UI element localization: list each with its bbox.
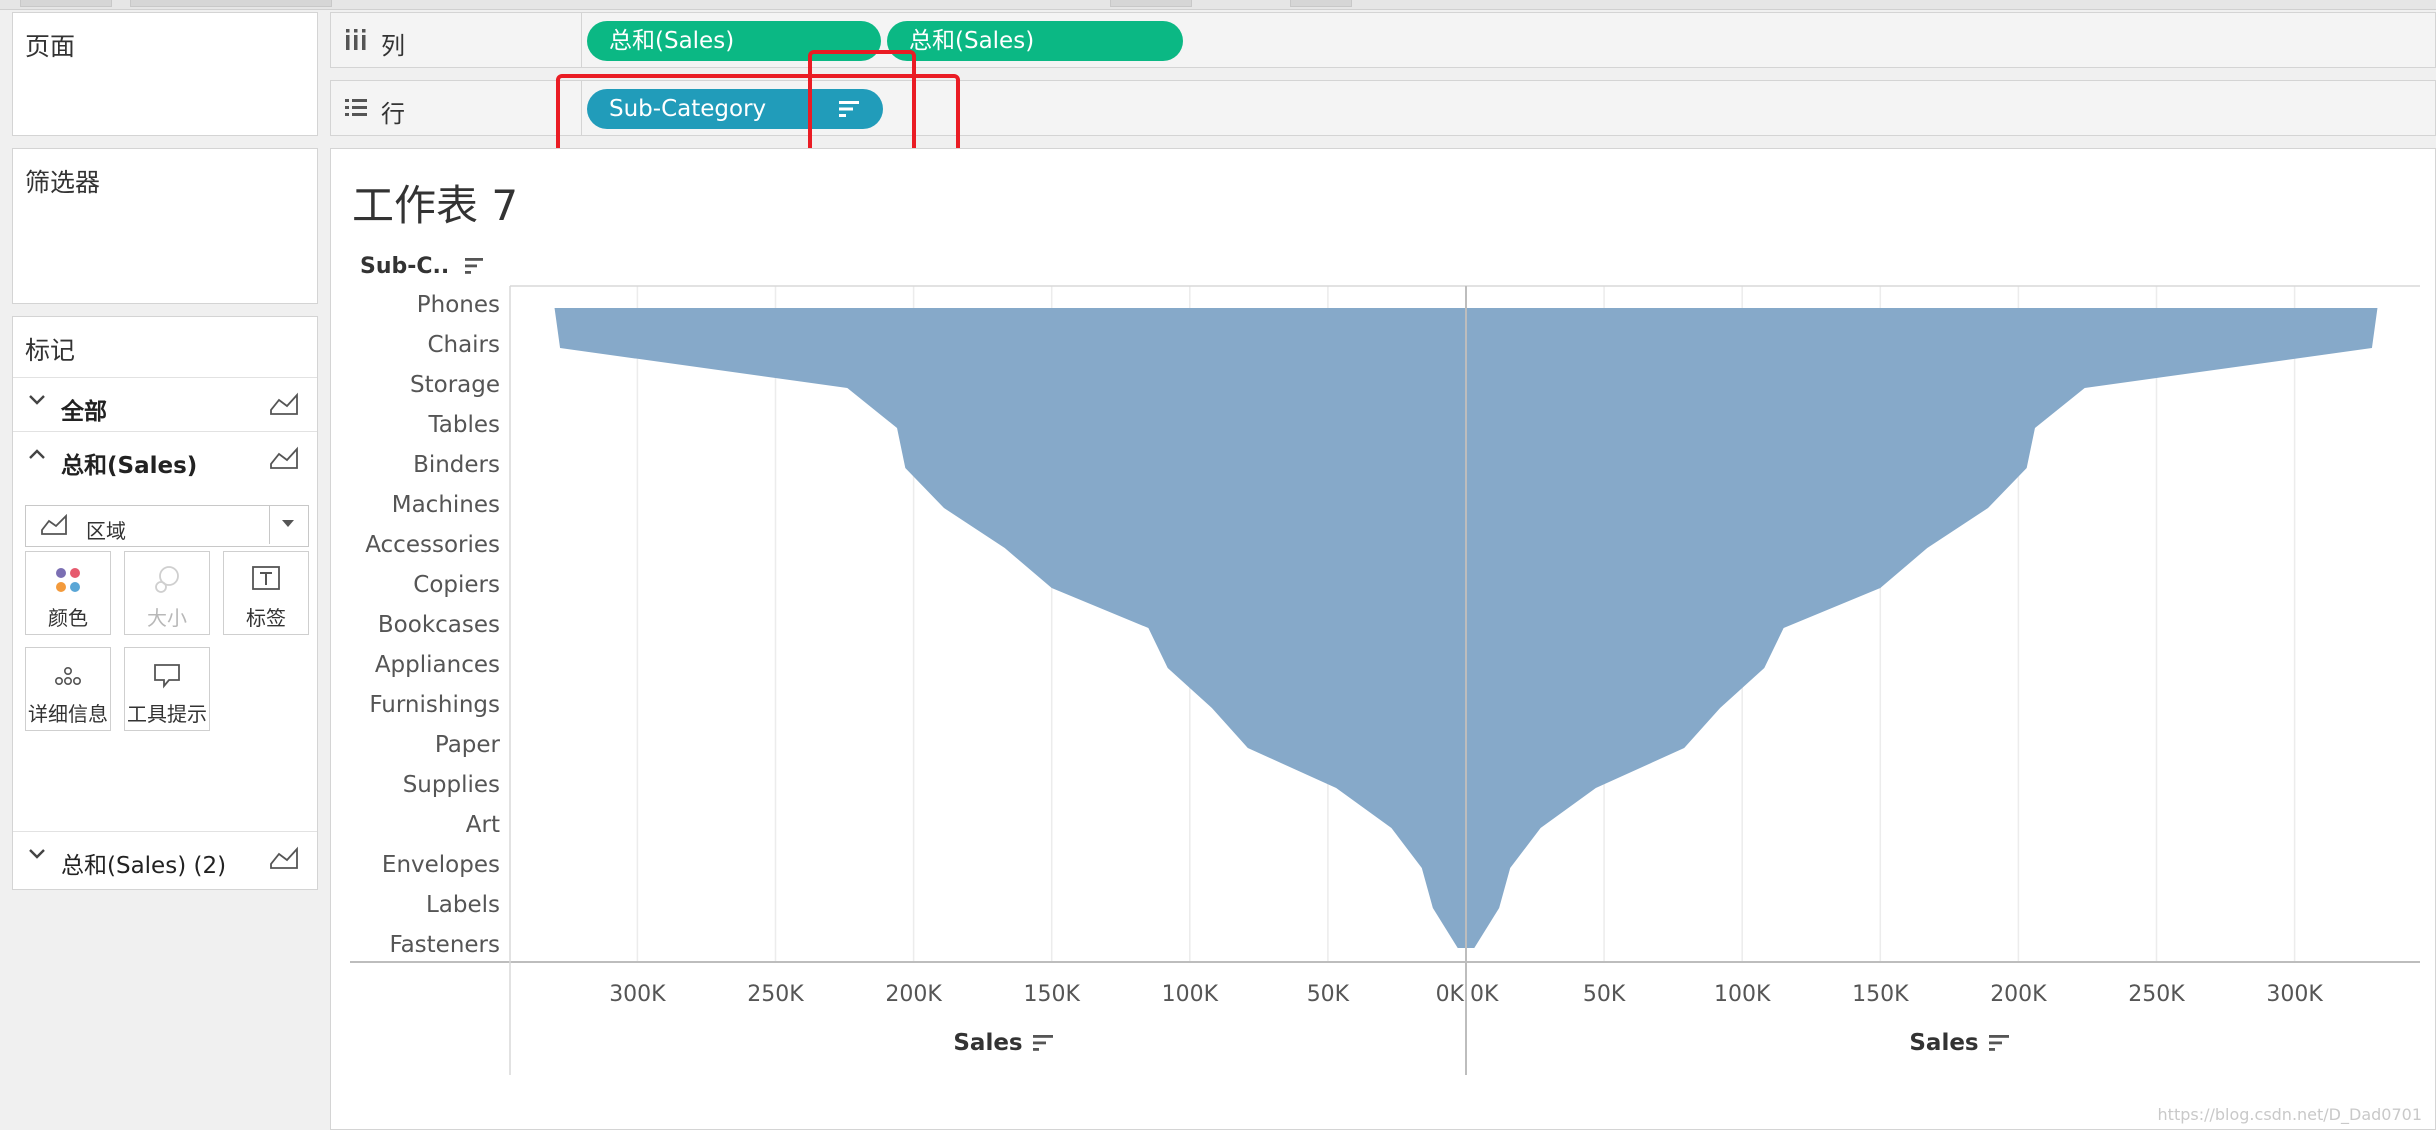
sales-area-left — [554, 308, 1466, 948]
sales-area-right — [1466, 308, 2378, 948]
watermark-text: https://blog.csdn.net/D_Dad0701 — [2157, 1105, 2422, 1124]
funnel-area-chart — [350, 285, 2420, 1075]
